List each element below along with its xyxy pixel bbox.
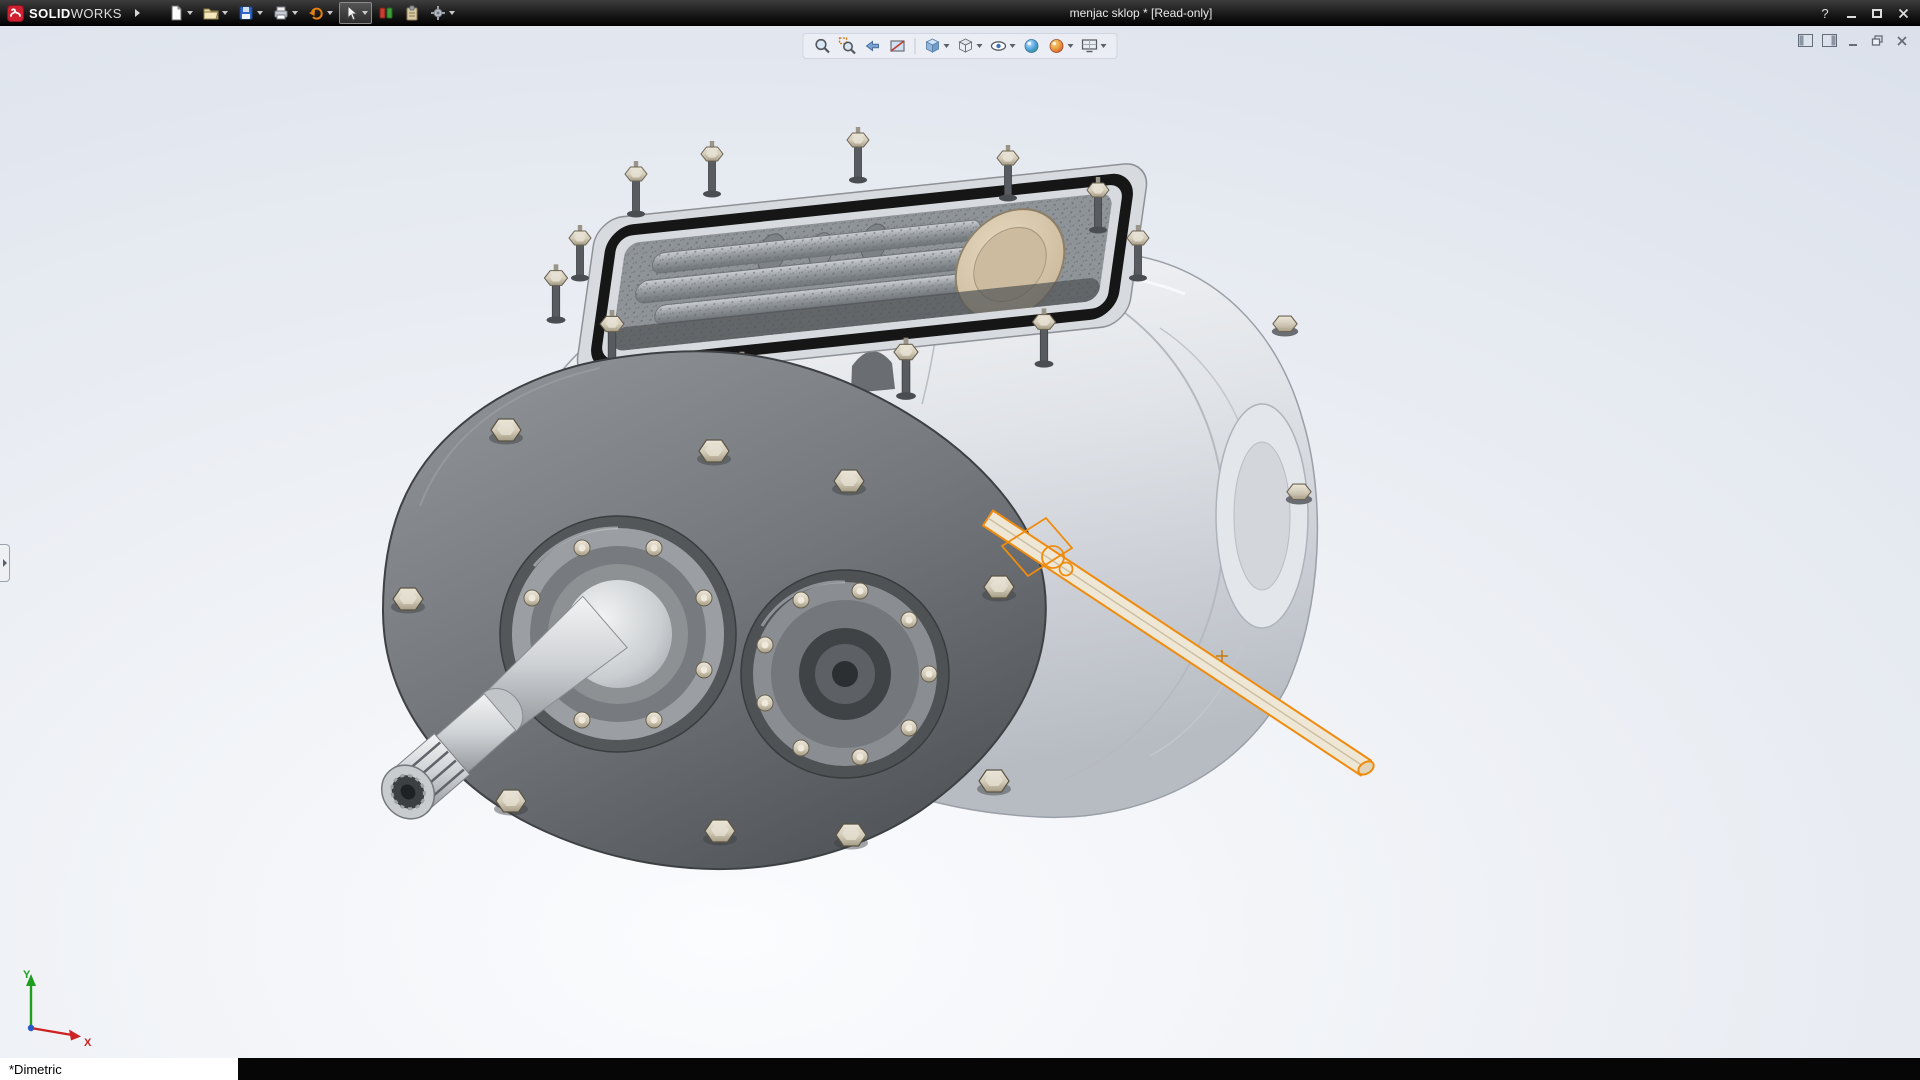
view-cube-icon — [924, 37, 942, 55]
view-orientation-button[interactable] — [922, 36, 952, 56]
dropdown-caret[interactable] — [1068, 44, 1074, 48]
dropdown-caret[interactable] — [257, 11, 263, 15]
clipboard-icon — [404, 5, 420, 21]
rebuild-button[interactable] — [374, 2, 398, 24]
magnifier-area-icon — [839, 37, 857, 55]
graphics-viewport[interactable]: Y X — [0, 26, 1920, 1058]
heads-up-view-toolbar — [803, 33, 1118, 59]
save-button[interactable] — [234, 2, 267, 24]
dropdown-caret[interactable] — [327, 11, 333, 15]
undo-button[interactable] — [304, 2, 337, 24]
menu-expand-arrow[interactable] — [135, 9, 140, 17]
triad-x-label: X — [84, 1037, 92, 1049]
dropdown-caret[interactable] — [292, 11, 298, 15]
new-document-button[interactable] — [164, 2, 197, 24]
view-label-text: *Dimetric — [9, 1062, 62, 1077]
view-settings-button[interactable] — [1079, 36, 1109, 56]
main-toolbar — [164, 2, 459, 24]
new-document-icon — [168, 5, 184, 21]
minimize-icon — [1847, 35, 1860, 47]
previous-view-button[interactable] — [862, 36, 884, 56]
section-view-button[interactable] — [887, 36, 909, 56]
maximize-button[interactable] — [1868, 4, 1886, 22]
close-button[interactable] — [1894, 4, 1912, 22]
file-properties-button[interactable] — [400, 2, 424, 24]
input-bearing-boss[interactable] — [500, 516, 736, 752]
display-style-icon — [957, 37, 975, 55]
output-bearing-cover[interactable] — [741, 570, 949, 778]
dropdown-caret[interactable] — [222, 11, 228, 15]
model-canvas[interactable] — [0, 26, 1920, 1058]
dropdown-caret[interactable] — [449, 11, 455, 15]
chevron-left-icon — [3, 559, 7, 567]
document-window-controls — [1797, 33, 1910, 48]
view-orientation-label: *Dimetric — [0, 1058, 238, 1080]
featuremanager-pane-toggle-button[interactable] — [1797, 33, 1814, 48]
options-button[interactable] — [426, 2, 459, 24]
dropdown-caret[interactable] — [977, 44, 983, 48]
dropdown-caret[interactable] — [1101, 44, 1107, 48]
brand: SOLIDWORKS — [0, 5, 140, 22]
close-icon — [1896, 35, 1908, 47]
minimize-button[interactable] — [1842, 4, 1860, 22]
help-button[interactable]: ? — [1816, 4, 1834, 22]
featuremanager-collapsed-tab[interactable] — [0, 544, 10, 582]
view-settings-icon — [1081, 37, 1099, 55]
print-button[interactable] — [269, 2, 302, 24]
close-icon — [1898, 8, 1909, 19]
zoom-to-fit-button[interactable] — [812, 36, 834, 56]
hide-show-items-button[interactable] — [988, 36, 1018, 56]
titlebar-controls: ? — [1816, 0, 1912, 26]
select-cursor-icon — [343, 5, 359, 21]
title-bar: SOLIDWORKS — [0, 0, 1920, 26]
orientation-triad: Y X — [14, 966, 100, 1052]
dropdown-caret[interactable] — [944, 44, 950, 48]
dropdown-caret[interactable] — [362, 11, 368, 15]
rebuild-icon — [378, 5, 394, 21]
doc-restore-button[interactable] — [1869, 33, 1886, 48]
brand-name: SOLIDWORKS — [29, 6, 122, 21]
doc-minimize-button[interactable] — [1845, 33, 1862, 48]
dropdown-caret[interactable] — [1010, 44, 1016, 48]
panel-left-icon — [1798, 34, 1813, 47]
undo-icon — [308, 5, 324, 21]
scene-ball-icon — [1048, 37, 1066, 55]
maximize-icon — [1872, 9, 1882, 18]
open-button[interactable] — [199, 2, 232, 24]
display-pane-toggle-button[interactable] — [1821, 33, 1838, 48]
zoom-to-area-button[interactable] — [837, 36, 859, 56]
previous-view-icon — [864, 37, 882, 55]
window-title: menjac sklop * [Read-only] — [1070, 0, 1213, 26]
minimize-icon — [1847, 16, 1856, 18]
eye-icon — [990, 37, 1008, 55]
toolbar-separator — [915, 38, 916, 54]
triad-y-label: Y — [23, 969, 31, 981]
dropdown-caret[interactable] — [187, 11, 193, 15]
appearance-ball-icon — [1023, 37, 1041, 55]
doc-close-button[interactable] — [1893, 33, 1910, 48]
select-button[interactable] — [339, 2, 372, 24]
apply-scene-button[interactable] — [1046, 36, 1076, 56]
magnifier-icon — [814, 37, 832, 55]
restore-icon — [1871, 35, 1884, 47]
edit-appearance-button[interactable] — [1021, 36, 1043, 56]
save-icon — [238, 5, 254, 21]
display-style-button[interactable] — [955, 36, 985, 56]
bottom-bar: *Dimetric — [0, 1058, 1920, 1080]
panel-right-icon — [1822, 34, 1837, 47]
solidworks-logo-icon — [7, 5, 24, 22]
print-icon — [273, 5, 289, 21]
open-folder-icon — [203, 5, 219, 21]
section-view-icon — [889, 37, 907, 55]
gear-icon — [430, 5, 446, 21]
solidworks-app: { "titlebar": { "brand": { "bold": "SOLI… — [0, 0, 1920, 1080]
